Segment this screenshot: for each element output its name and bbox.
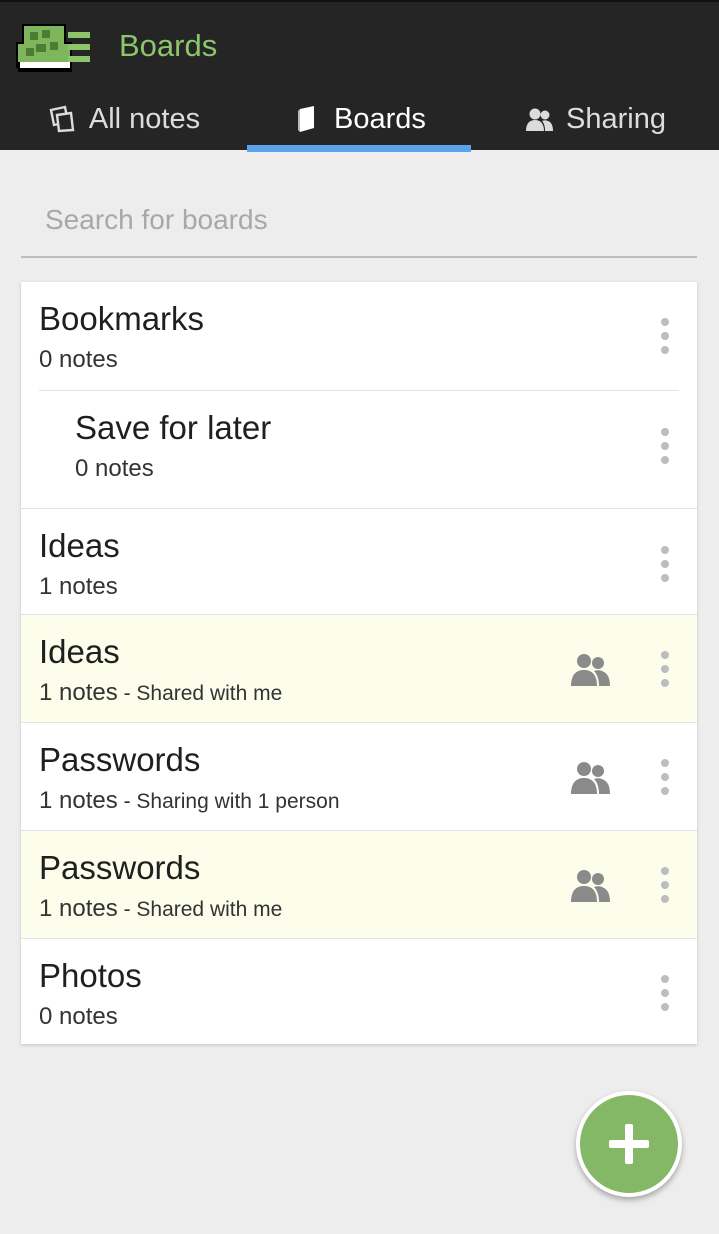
list-item[interactable]: Passwords 1 notes - Sharing with 1 perso… <box>21 723 697 830</box>
tab-boards[interactable]: Boards <box>247 86 471 152</box>
list-item[interactable]: Bookmarks 0 notes <box>21 282 697 390</box>
tab-bar: All notes Boards Sharing <box>0 86 719 152</box>
more-options-icon[interactable] <box>655 759 675 799</box>
board-note-count: 1 notes <box>39 787 118 814</box>
more-options-icon[interactable] <box>655 428 675 468</box>
board-note-count: 1 notes <box>39 895 118 922</box>
shared-people-icon <box>571 654 610 686</box>
list-item[interactable]: Save for later 0 notes <box>21 391 697 508</box>
board-title: Bookmarks <box>39 300 205 337</box>
more-options-icon[interactable] <box>655 651 675 691</box>
board-title: Photos <box>39 957 142 994</box>
more-options-icon[interactable] <box>655 975 675 1015</box>
tab-label: Boards <box>334 102 426 135</box>
app-bar: Boards All notes Boards Sharing <box>0 0 719 152</box>
list-item[interactable]: Ideas 1 notes <box>21 509 697 614</box>
board-title: Ideas <box>39 633 120 670</box>
board-note-count: 1 notes <box>39 679 118 706</box>
board-title: Ideas <box>39 527 120 564</box>
board-note-count: 1 notes <box>39 573 118 600</box>
more-options-icon[interactable] <box>655 318 675 358</box>
plus-icon <box>609 1124 649 1164</box>
list-item[interactable]: Ideas 1 notes - Shared with me <box>21 615 697 722</box>
tab-label: Sharing <box>566 102 666 135</box>
board-note-count: 0 notes <box>39 1003 118 1030</box>
more-options-icon[interactable] <box>655 867 675 907</box>
board-note-count: 0 notes <box>75 455 154 482</box>
shared-people-icon <box>571 762 610 794</box>
active-tab-indicator <box>247 145 471 152</box>
share-status: - Shared with me <box>117 898 283 921</box>
list-item[interactable]: Photos 0 notes <box>21 939 697 1044</box>
search-bar <box>21 190 697 258</box>
tab-all-notes[interactable]: All notes <box>0 86 247 152</box>
list-item[interactable]: Passwords 1 notes - Shared with me <box>21 831 697 938</box>
more-options-icon[interactable] <box>655 546 675 586</box>
search-input[interactable] <box>21 190 697 250</box>
add-board-button[interactable] <box>576 1091 682 1197</box>
tab-sharing[interactable]: Sharing <box>471 86 719 152</box>
shared-people-icon <box>571 870 610 902</box>
notes-icon <box>49 105 75 133</box>
board-title: Save for later <box>75 409 272 446</box>
share-status: - Shared with me <box>117 682 283 705</box>
tab-label: All notes <box>88 102 201 135</box>
page-title: Boards <box>119 28 218 63</box>
board-note-count: 0 notes <box>39 346 118 373</box>
people-icon <box>526 108 554 131</box>
board-title: Passwords <box>39 741 201 778</box>
share-status: - Sharing with 1 person <box>117 790 340 813</box>
board-icon <box>298 106 315 132</box>
turtle-logo-icon[interactable] <box>12 16 94 76</box>
boards-list: Bookmarks 0 notes Save for later 0 notes… <box>21 282 697 1044</box>
board-title: Passwords <box>39 849 201 886</box>
